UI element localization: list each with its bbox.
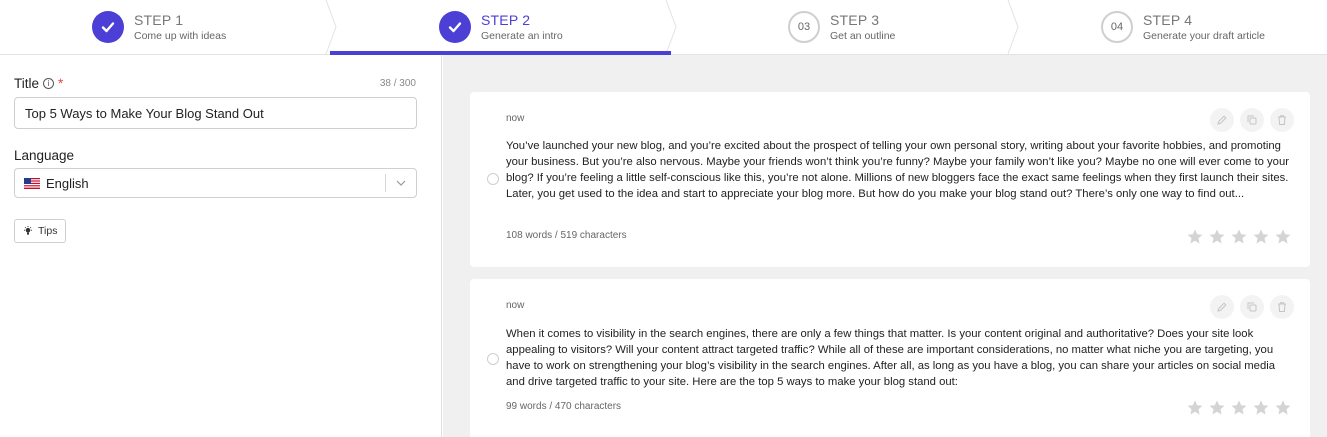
step-4-number: 04 xyxy=(1101,11,1133,43)
star-icon[interactable] xyxy=(1208,399,1226,417)
stepper: STEP 1 Come up with ideas STEP 2 Generat… xyxy=(0,0,1327,55)
star-icon[interactable] xyxy=(1274,399,1292,417)
chevron-right-icon xyxy=(665,0,677,54)
trash-icon[interactable] xyxy=(1270,295,1294,319)
select-radio[interactable] xyxy=(487,353,499,365)
intro-card-1[interactable]: now You’ve launched your new blog, and y… xyxy=(470,92,1310,267)
language-select[interactable]: English xyxy=(14,168,417,198)
step-4-subtitle: Generate your draft article xyxy=(1143,29,1265,42)
copy-icon[interactable] xyxy=(1240,108,1264,132)
chevron-right-icon xyxy=(325,0,337,54)
step-2[interactable]: STEP 2 Generate an intro xyxy=(439,0,563,54)
star-icon[interactable] xyxy=(1208,228,1226,246)
intro-text: You’ve launched your new blog, and you’r… xyxy=(506,140,1290,200)
title-input[interactable] xyxy=(14,97,417,129)
star-icon[interactable] xyxy=(1252,399,1270,417)
star-icon[interactable] xyxy=(1274,228,1292,246)
step-3-subtitle: Get an outline xyxy=(830,29,896,42)
language-label: Language xyxy=(14,148,75,163)
rating-stars xyxy=(1186,228,1292,246)
word-count: 108 words / 519 characters xyxy=(506,230,627,241)
card-timestamp: now xyxy=(506,113,525,124)
step-2-check-icon xyxy=(439,11,471,43)
card-actions xyxy=(1210,295,1294,319)
rating-stars xyxy=(1186,399,1292,417)
star-icon[interactable] xyxy=(1230,228,1248,246)
step-4-title: STEP 4 xyxy=(1143,11,1193,28)
tips-button[interactable]: Tips xyxy=(14,219,67,243)
word-count: 99 words / 470 characters xyxy=(506,401,622,412)
star-icon[interactable] xyxy=(1230,399,1248,417)
intro-card-2[interactable]: now When it comes to visibility in the s… xyxy=(470,279,1310,437)
language-value: English xyxy=(46,175,89,191)
step-3-number: 03 xyxy=(788,11,820,43)
required-mark: * xyxy=(58,76,64,91)
step-2-title: STEP 2 xyxy=(481,11,531,28)
copy-icon[interactable] xyxy=(1240,295,1264,319)
info-icon[interactable]: i xyxy=(43,78,55,89)
step-1[interactable]: STEP 1 Come up with ideas xyxy=(92,0,226,54)
chevron-right-icon xyxy=(1007,0,1019,54)
title-label: Title xyxy=(14,76,40,91)
us-flag-icon xyxy=(24,177,40,189)
title-char-counter: 38 / 300 xyxy=(379,78,416,89)
star-icon[interactable] xyxy=(1186,399,1204,417)
step-2-subtitle: Generate an intro xyxy=(481,29,563,42)
chevron-down-icon[interactable] xyxy=(386,180,416,186)
tips-label: Tips xyxy=(38,225,58,237)
lightbulb-icon xyxy=(23,226,33,236)
step-1-check-icon xyxy=(92,11,124,43)
results-panel: now You’ve launched your new blog, and y… xyxy=(443,55,1327,437)
step-4[interactable]: 04 STEP 4 Generate your draft article xyxy=(1101,0,1265,54)
select-radio[interactable] xyxy=(487,173,499,185)
title-label-row: Title i * xyxy=(14,76,63,91)
edit-icon[interactable] xyxy=(1210,108,1234,132)
form-panel: Title i * 38 / 300 Language English xyxy=(0,55,442,437)
card-actions xyxy=(1210,108,1294,132)
trash-icon[interactable] xyxy=(1270,108,1294,132)
intro-text: When it comes to visibility in the searc… xyxy=(506,328,1276,388)
step-3[interactable]: 03 STEP 3 Get an outline xyxy=(788,0,895,54)
star-icon[interactable] xyxy=(1186,228,1204,246)
star-icon[interactable] xyxy=(1252,228,1270,246)
step-1-subtitle: Come up with ideas xyxy=(134,29,227,42)
step-3-title: STEP 3 xyxy=(830,11,880,28)
card-timestamp: now xyxy=(506,300,525,311)
edit-icon[interactable] xyxy=(1210,295,1234,319)
step-1-title: STEP 1 xyxy=(134,11,184,28)
